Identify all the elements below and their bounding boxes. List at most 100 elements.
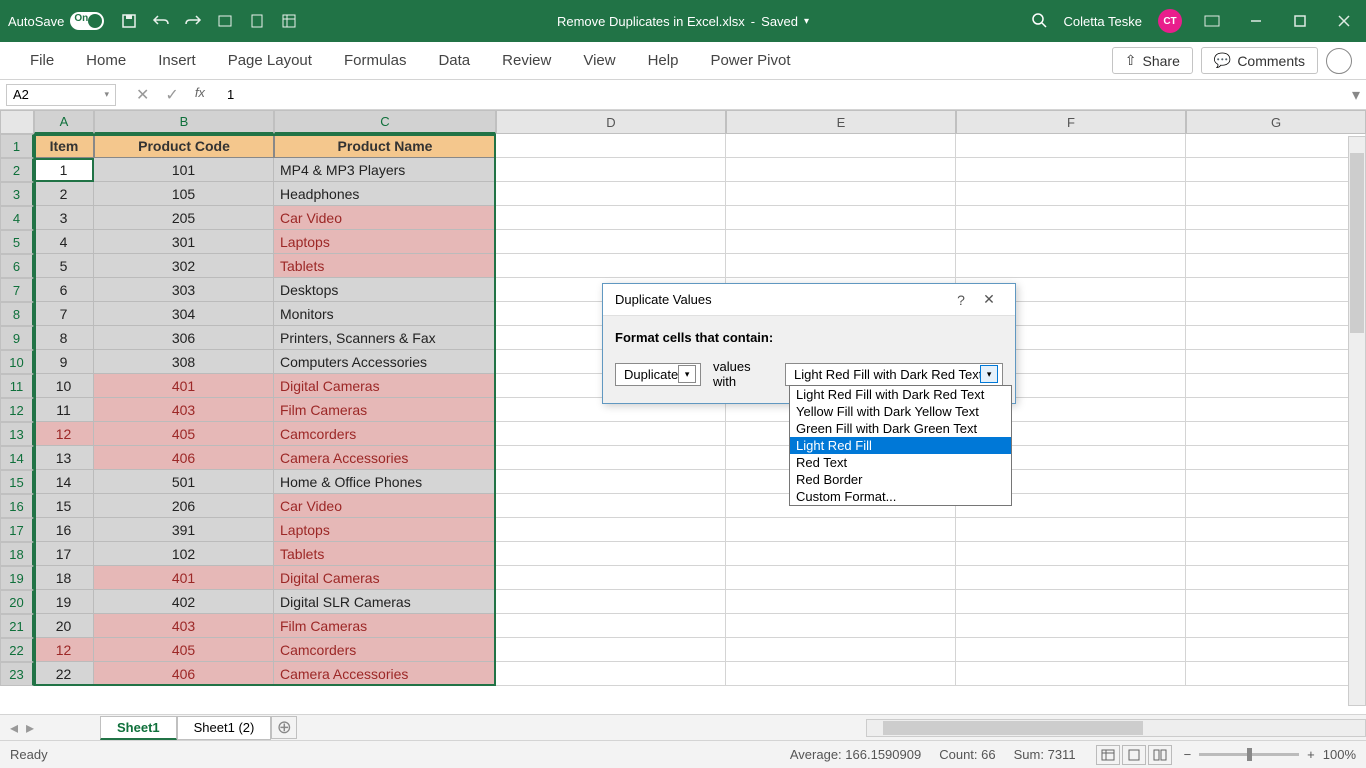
dropdown-option[interactable]: Light Red Fill [790, 437, 1011, 454]
row-header-19[interactable]: 19 [0, 566, 34, 590]
tab-data[interactable]: Data [422, 52, 486, 69]
header-cell-B[interactable]: Product Code [94, 134, 274, 158]
cell-5-B[interactable]: 301 [94, 230, 274, 254]
formula-expand-icon[interactable]: ▾ [1346, 85, 1366, 105]
cell-3-F[interactable] [956, 182, 1186, 206]
cell-5-E[interactable] [726, 230, 956, 254]
cell-15-B[interactable]: 501 [94, 470, 274, 494]
cell-20-D[interactable] [496, 590, 726, 614]
ribbon-mode-icon[interactable] [1198, 7, 1226, 35]
cell-9-B[interactable]: 306 [94, 326, 274, 350]
sheet-tab-sheet1-2-[interactable]: Sheet1 (2) [177, 716, 272, 740]
dropdown-option[interactable]: Red Text [790, 454, 1011, 471]
column-header-E[interactable]: E [726, 110, 956, 134]
cell-4-F[interactable] [956, 206, 1186, 230]
cell-6-D[interactable] [496, 254, 726, 278]
row-header-9[interactable]: 9 [0, 326, 34, 350]
cell-23-D[interactable] [496, 662, 726, 686]
cell-19-D[interactable] [496, 566, 726, 590]
column-header-F[interactable]: F [956, 110, 1186, 134]
cell-20-C[interactable]: Digital SLR Cameras [274, 590, 496, 614]
cell-16-D[interactable] [496, 494, 726, 518]
cell-6-C[interactable]: Tablets [274, 254, 496, 278]
tab-page-layout[interactable]: Page Layout [212, 52, 328, 69]
cell-4-C[interactable]: Car Video [274, 206, 496, 230]
cell-18-C[interactable]: Tablets [274, 542, 496, 566]
row-header-17[interactable]: 17 [0, 518, 34, 542]
tab-power-pivot[interactable]: Power Pivot [694, 52, 806, 69]
cell-5-F[interactable] [956, 230, 1186, 254]
cell-11-A[interactable]: 10 [34, 374, 94, 398]
cell-6-G[interactable] [1186, 254, 1366, 278]
cell-9-C[interactable]: Printers, Scanners & Fax [274, 326, 496, 350]
column-header-B[interactable]: B [94, 110, 274, 134]
cell-14-A[interactable]: 13 [34, 446, 94, 470]
cell-5-C[interactable]: Laptops [274, 230, 496, 254]
zoom-in-icon[interactable]: + [1307, 747, 1315, 762]
sheet-next-icon[interactable]: ▸ [26, 718, 34, 738]
row-header-2[interactable]: 2 [0, 158, 34, 182]
cell-6-F[interactable] [956, 254, 1186, 278]
cell-15-D[interactable] [496, 470, 726, 494]
cell-4-G[interactable] [1186, 206, 1366, 230]
cell-10-C[interactable]: Computers Accessories [274, 350, 496, 374]
column-header-C[interactable]: C [274, 110, 496, 134]
cell-4-A[interactable]: 3 [34, 206, 94, 230]
cell-14-C[interactable]: Camera Accessories [274, 446, 496, 470]
tab-insert[interactable]: Insert [142, 52, 212, 69]
cell-18-A[interactable]: 17 [34, 542, 94, 566]
cell-23-B[interactable]: 406 [94, 662, 274, 686]
cell-22-E[interactable] [726, 638, 956, 662]
cell-6-E[interactable] [726, 254, 956, 278]
row-header-20[interactable]: 20 [0, 590, 34, 614]
cell-2-G[interactable] [1186, 158, 1366, 182]
cell-8-A[interactable]: 7 [34, 302, 94, 326]
cell-18-F[interactable] [956, 542, 1186, 566]
cell-10-B[interactable]: 308 [94, 350, 274, 374]
tab-file[interactable]: File [14, 52, 70, 69]
select-all-corner[interactable] [0, 110, 34, 134]
header-cell-A[interactable]: Item [34, 134, 94, 158]
dialog-close-icon[interactable]: ✕ [975, 291, 1003, 308]
row-header-10[interactable]: 10 [0, 350, 34, 374]
view-page-break-icon[interactable] [1148, 745, 1172, 765]
row-header-7[interactable]: 7 [0, 278, 34, 302]
avatar[interactable]: CT [1158, 9, 1182, 33]
search-icon[interactable] [1031, 12, 1047, 31]
cell-19-E[interactable] [726, 566, 956, 590]
cell-7-A[interactable]: 6 [34, 278, 94, 302]
column-header-A[interactable]: A [34, 110, 94, 134]
cell-23-C[interactable]: Camera Accessories [274, 662, 496, 686]
dropdown-option[interactable]: Green Fill with Dark Green Text [790, 420, 1011, 437]
cell-14-B[interactable]: 406 [94, 446, 274, 470]
zoom-value[interactable]: 100% [1323, 747, 1356, 762]
cell-21-A[interactable]: 20 [34, 614, 94, 638]
cell-10-A[interactable]: 9 [34, 350, 94, 374]
cell-17-E[interactable] [726, 518, 956, 542]
cell-18-B[interactable]: 102 [94, 542, 274, 566]
column-header-D[interactable]: D [496, 110, 726, 134]
scrollbar-thumb[interactable] [1350, 153, 1364, 333]
formula-input[interactable]: 1 [217, 87, 1346, 102]
tab-home[interactable]: Home [70, 52, 142, 69]
name-box[interactable]: A2 ▾ [6, 84, 116, 106]
sheet-prev-icon[interactable]: ◂ [10, 718, 18, 738]
cell-2-D[interactable] [496, 158, 726, 182]
row-header-3[interactable]: 3 [0, 182, 34, 206]
row-header-14[interactable]: 14 [0, 446, 34, 470]
cell-20-B[interactable]: 402 [94, 590, 274, 614]
chevron-down-icon[interactable]: ▾ [104, 89, 109, 100]
cell-6-B[interactable]: 302 [94, 254, 274, 278]
cell-20-G[interactable] [1186, 590, 1366, 614]
cell-13-C[interactable]: Camcorders [274, 422, 496, 446]
cell-16-A[interactable]: 15 [34, 494, 94, 518]
cell-19-C[interactable]: Digital Cameras [274, 566, 496, 590]
cell-21-E[interactable] [726, 614, 956, 638]
cell-11-G[interactable] [1186, 374, 1366, 398]
dropdown-option[interactable]: Red Border [790, 471, 1011, 488]
cell-5-G[interactable] [1186, 230, 1366, 254]
cell-12-G[interactable] [1186, 398, 1366, 422]
cell-7-G[interactable] [1186, 278, 1366, 302]
cell-18-D[interactable] [496, 542, 726, 566]
enter-formula-icon[interactable]: ✓ [165, 85, 178, 105]
